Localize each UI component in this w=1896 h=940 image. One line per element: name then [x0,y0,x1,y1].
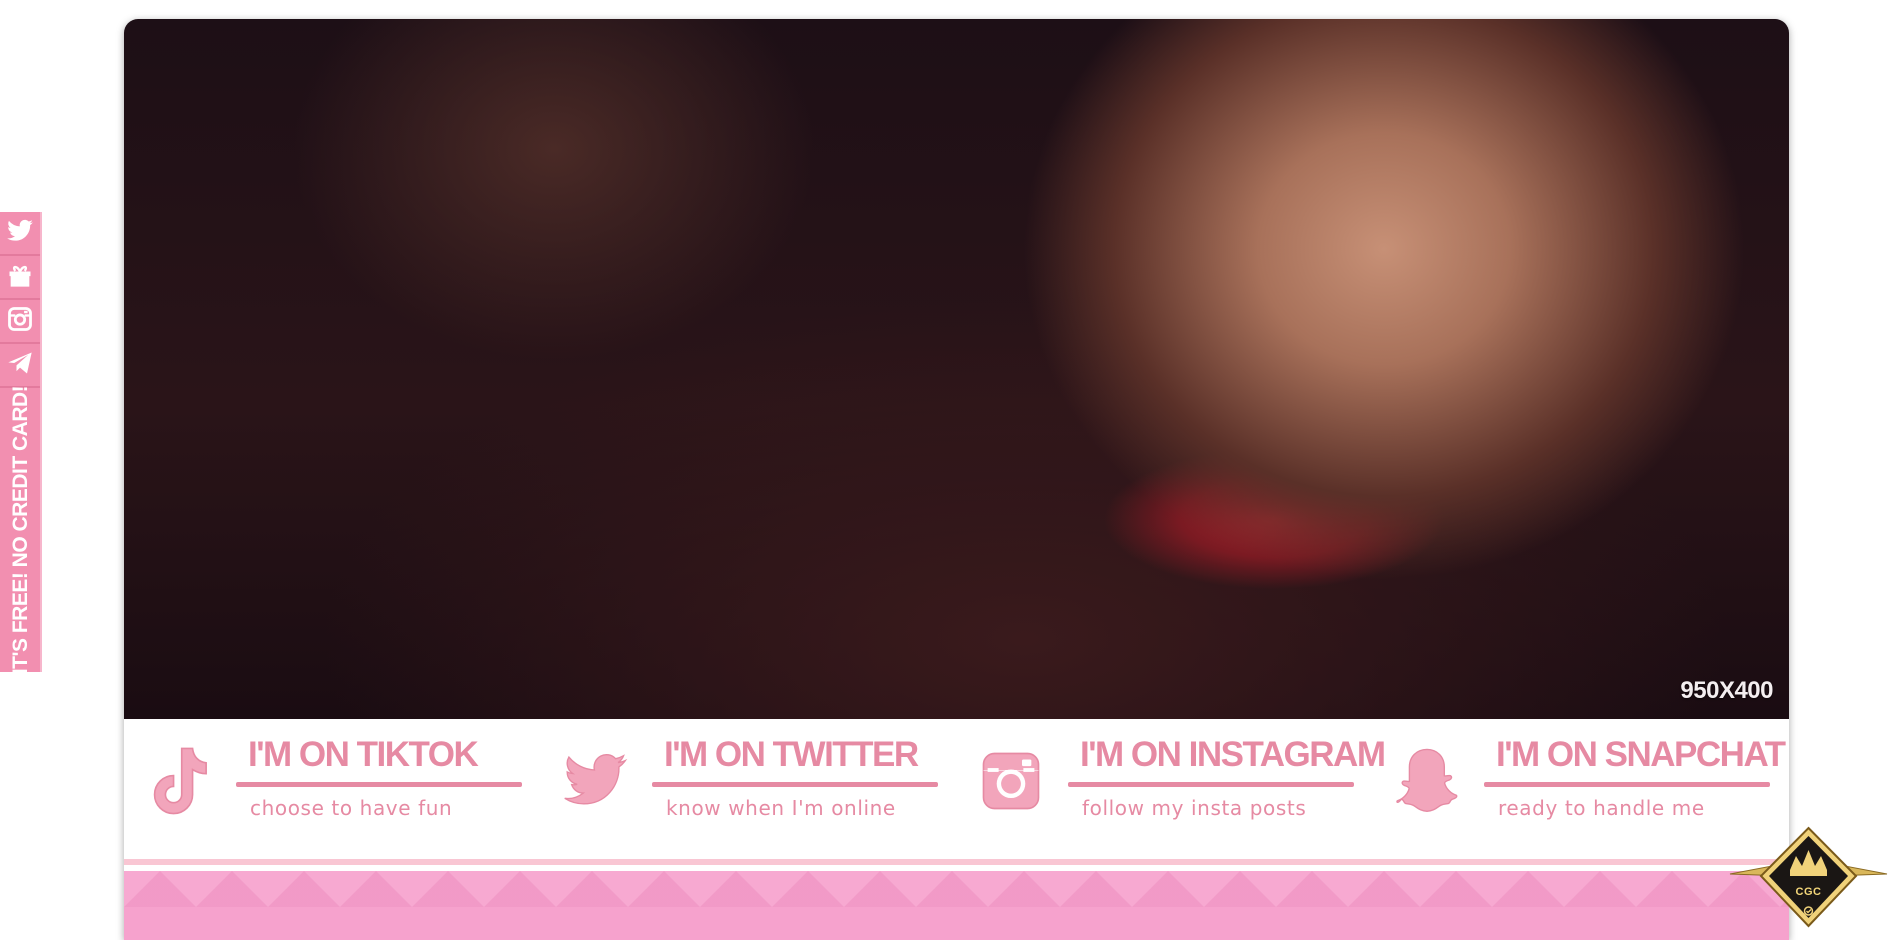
sidebar-instagram-button[interactable] [0,300,40,344]
sidebar-twitter-button[interactable] [0,212,40,256]
cgc-badge[interactable]: CGC [1726,826,1891,931]
divider [236,782,522,787]
twitter-icon [6,217,34,250]
hero-image: 950X400 [124,19,1789,719]
social-sidebar: IT'S FREE! NO CREDIT CARD! [0,212,42,675]
free-signup-promo[interactable]: IT'S FREE! NO CREDIT CARD! [0,385,42,675]
gift-icon [6,261,34,294]
social-link-twitter[interactable]: I'M ON TWITTER know when I'm online [540,719,956,859]
instagram-icon [978,741,1044,821]
hero-dimension-label: 950X400 [1680,677,1773,704]
sidebar-telegram-button[interactable] [0,344,40,388]
social-link-instagram[interactable]: I'M ON INSTAGRAM follow my insta posts [956,719,1386,859]
social-title: I'M ON SNAPCHAT [1496,735,1786,774]
social-link-tiktok[interactable]: I'M ON TIKTOK choose to have fun [124,719,540,859]
pink-pattern-banner [124,871,1789,940]
divider [1484,782,1770,787]
social-subtitle: ready to handle me [1498,796,1705,820]
social-title: I'M ON TWITTER [664,735,919,774]
profile-card: 950X400 I'M ON TIKTOK choose to have fun… [124,19,1789,940]
promo-label: IT'S FREE! NO CREDIT CARD! [9,385,33,675]
divider [652,782,938,787]
telegram-icon [6,349,34,382]
crown-badge-icon [1729,826,1888,928]
social-title: I'M ON TIKTOK [248,735,479,774]
social-subtitle: know when I'm online [666,796,896,820]
social-subtitle: choose to have fun [250,796,453,820]
sidebar-gift-button[interactable] [0,256,40,300]
divider [1068,782,1354,787]
snapchat-icon [1394,741,1460,821]
tiktok-icon [146,741,212,821]
social-links-row: I'M ON TIKTOK choose to have fun I'M ON … [124,719,1789,865]
instagram-icon [6,305,34,338]
social-subtitle: follow my insta posts [1082,796,1307,820]
twitter-icon [562,741,628,821]
badge-label: CGC [1795,886,1822,898]
social-title: I'M ON INSTAGRAM [1080,735,1386,774]
